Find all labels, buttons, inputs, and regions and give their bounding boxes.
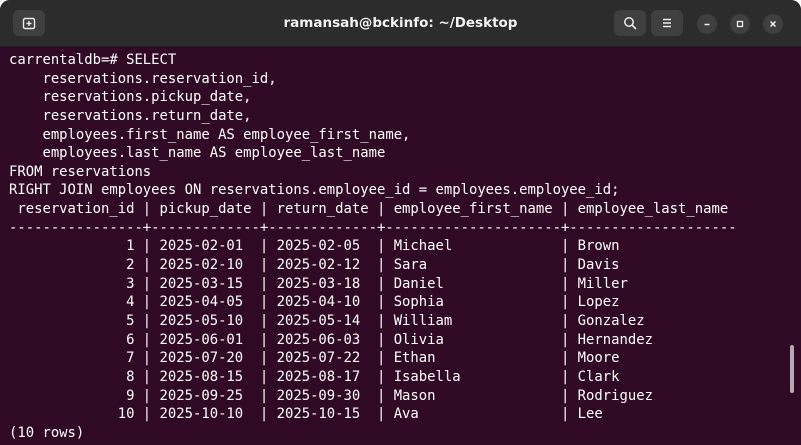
table-row: 6 | 2025-06-01 | 2025-06-03 | Olivia | H… xyxy=(9,331,653,348)
scrollbar[interactable] xyxy=(790,345,794,393)
terminal-line: reservations.reservation_id, xyxy=(9,70,277,87)
menu-button[interactable] xyxy=(651,10,683,36)
new-tab-button[interactable] xyxy=(13,10,45,36)
terminal-line: reservations.return_date, xyxy=(9,107,252,124)
maximize-icon xyxy=(736,20,744,28)
search-button[interactable] xyxy=(614,10,646,36)
table-row: 2 | 2025-02-10 | 2025-02-12 | Sara | Dav… xyxy=(9,257,620,274)
terminal-line: employees.first_name AS employee_first_n… xyxy=(9,126,411,143)
close-button[interactable] xyxy=(763,14,783,34)
table-row: 8 | 2025-08-15 | 2025-08-17 | Isabella |… xyxy=(9,368,620,385)
minimize-icon xyxy=(704,23,710,26)
new-tab-icon xyxy=(22,17,36,30)
table-row: 5 | 2025-05-10 | 2025-05-14 | William | … xyxy=(9,312,645,329)
table-row: 4 | 2025-04-05 | 2025-04-10 | Sophia | L… xyxy=(9,294,620,311)
title-bar[interactable]: ramansah@bckinfo: ~/Desktop xyxy=(0,0,801,47)
terminal-line: reservations.pickup_date, xyxy=(9,89,252,106)
terminal-output[interactable]: carrentaldb=# SELECT reservations.reserv… xyxy=(0,47,790,445)
table-header: reservation_id | pickup_date | return_da… xyxy=(9,201,729,218)
terminal-window: ramansah@bckinfo: ~/Desktop carrentaldb=… xyxy=(0,0,801,445)
minimize-button[interactable] xyxy=(697,14,717,34)
maximize-button[interactable] xyxy=(730,14,750,34)
table-row: 3 | 2025-03-15 | 2025-03-18 | Daniel | M… xyxy=(9,275,628,292)
terminal-line: carrentaldb=# SELECT xyxy=(9,52,177,68)
table-separator: ----------------+-------------+---------… xyxy=(9,219,737,236)
terminal-line: RIGHT JOIN employees ON reservations.emp… xyxy=(9,182,620,199)
table-row: 7 | 2025-07-20 | 2025-07-22 | Ethan | Mo… xyxy=(9,350,620,367)
table-row: 1 | 2025-02-01 | 2025-02-05 | Michael | … xyxy=(9,238,620,255)
terminal-line: FROM reservations xyxy=(9,163,152,180)
table-row: 9 | 2025-09-25 | 2025-09-30 | Mason | Ro… xyxy=(9,387,653,404)
terminal-line: employees.last_name AS employee_last_nam… xyxy=(9,145,386,162)
search-icon xyxy=(624,17,637,30)
table-row: 10 | 2025-10-10 | 2025-10-15 | Ava | Lee xyxy=(9,406,603,423)
hamburger-menu-icon xyxy=(663,18,671,28)
close-icon xyxy=(769,20,777,28)
row-count: (10 rows) xyxy=(9,424,85,441)
